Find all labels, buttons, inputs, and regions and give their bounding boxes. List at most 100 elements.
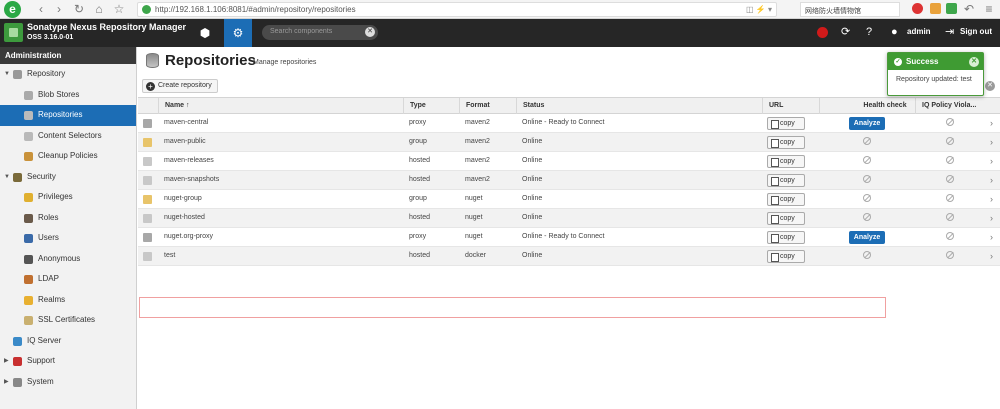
browser-search-input[interactable]: 网络防火墙情物馆: [800, 2, 900, 17]
main-content: Repositories Manage repositories + Creat…: [138, 47, 1000, 409]
collapse-arrow-icon[interactable]: ▶: [4, 372, 9, 393]
chevron-right-icon[interactable]: ›: [990, 152, 993, 170]
sidebar-item-label: Security: [27, 171, 56, 181]
sidebar-item-ssl-certificates[interactable]: SSL Certificates: [0, 310, 136, 331]
column-url[interactable]: URL: [762, 98, 819, 114]
table-row[interactable]: nuget-hosted hosted nuget Online copy ›: [138, 209, 1000, 228]
sidebar-item-iq-server[interactable]: IQ Server: [0, 331, 136, 352]
repository-type: proxy: [409, 233, 427, 240]
repository-format: nuget: [465, 195, 483, 202]
chevron-right-icon[interactable]: ›: [990, 133, 993, 151]
table-row[interactable]: maven-releases hosted maven2 Online copy ›: [138, 152, 1000, 171]
copy-label: copy: [780, 253, 795, 260]
copy-label: copy: [780, 158, 795, 165]
clear-filter-icon[interactable]: ✕: [985, 81, 995, 91]
repository-name: maven-central: [164, 119, 209, 126]
success-toast: ✓ Success ✕ Repository updated: test: [887, 52, 984, 96]
address-tools-icon[interactable]: ◫ ⚡ ▾: [746, 5, 772, 14]
chevron-right-icon[interactable]: ›: [990, 114, 993, 132]
admin-gear-icon[interactable]: ⚙: [224, 19, 252, 47]
column-format[interactable]: Format: [459, 98, 516, 114]
signout-icon[interactable]: ⇥: [945, 25, 954, 39]
sidebar-item-blob-stores[interactable]: Blob Stores: [0, 85, 136, 106]
extension-icon[interactable]: [930, 3, 941, 14]
browse-cube-icon[interactable]: ⬢: [191, 19, 219, 47]
undo-icon[interactable]: ↶: [962, 2, 976, 16]
reload-icon[interactable]: ↻: [72, 2, 86, 16]
apps-icon[interactable]: [946, 3, 957, 14]
alert-icon[interactable]: [817, 27, 828, 38]
sidebar-item-support[interactable]: ▶ Support: [0, 351, 136, 372]
sidebar-item-anonymous[interactable]: Anonymous: [0, 249, 136, 270]
sidebar-item-content-selectors[interactable]: Content Selectors: [0, 126, 136, 147]
sidebar-item-system[interactable]: ▶ System: [0, 372, 136, 393]
address-bar[interactable]: http://192.168.1.106:8081/#admin/reposit…: [137, 2, 777, 17]
sidebar-item-ldap[interactable]: LDAP: [0, 269, 136, 290]
column-iq-policy[interactable]: IQ Policy Viola...: [915, 98, 990, 114]
expand-arrow-icon[interactable]: ▼: [4, 167, 10, 188]
table-row[interactable]: maven-snapshots hosted maven2 Online copy ›: [138, 171, 1000, 190]
sidebar-item-roles[interactable]: Roles: [0, 208, 136, 229]
copy-url-button[interactable]: copy: [767, 212, 805, 225]
repository-format: nuget: [465, 214, 483, 221]
refresh-icon[interactable]: ⟳: [841, 25, 850, 39]
copy-url-button[interactable]: copy: [767, 231, 805, 244]
chevron-right-icon[interactable]: ›: [990, 190, 993, 208]
home-icon[interactable]: ⌂: [92, 2, 106, 16]
sidebar-item-realms[interactable]: Realms: [0, 290, 136, 311]
chevron-right-icon[interactable]: ›: [990, 171, 993, 189]
copy-url-button[interactable]: copy: [767, 193, 805, 206]
sidebar-item-users[interactable]: Users: [0, 228, 136, 249]
analyze-button[interactable]: Analyze: [849, 117, 885, 130]
analyze-label: Analyze: [853, 234, 881, 241]
collapse-arrow-icon[interactable]: ▶: [4, 351, 9, 372]
chevron-right-icon[interactable]: ›: [990, 247, 993, 265]
copy-url-button[interactable]: copy: [767, 155, 805, 168]
sidebar-item-repository[interactable]: ▼ Repository: [0, 64, 136, 85]
signout-button[interactable]: Sign out: [960, 27, 992, 36]
help-icon[interactable]: ?: [866, 25, 872, 39]
repository-type: group: [409, 195, 427, 202]
expand-arrow-icon[interactable]: ▼: [4, 64, 10, 85]
forward-icon[interactable]: ›: [52, 2, 66, 16]
column-status[interactable]: Status: [516, 98, 762, 114]
copy-url-button[interactable]: copy: [767, 250, 805, 263]
copy-url-button[interactable]: copy: [767, 174, 805, 187]
repository-type: proxy: [409, 119, 427, 126]
column-type[interactable]: Type: [403, 98, 459, 114]
copy-url-button[interactable]: copy: [767, 136, 805, 149]
repository-status: Online: [522, 138, 543, 145]
admin-sidebar: Administration ▼ Repository Blob Stores Rep…: [0, 47, 137, 409]
repository-format: maven2: [465, 176, 490, 183]
table-row[interactable]: nuget.org-proxy proxy nuget Online - Ready …: [138, 228, 1000, 247]
sidebar-item-label: Users: [38, 233, 59, 242]
iq-policy-unavailable-icon: [946, 118, 954, 126]
health-check-unavailable-icon: [863, 156, 871, 164]
content-selectors-icon: [24, 131, 33, 141]
chevron-right-icon[interactable]: ›: [990, 209, 993, 227]
chevron-right-icon[interactable]: ›: [990, 228, 993, 246]
user-icon[interactable]: ●: [891, 25, 898, 39]
clear-search-icon[interactable]: ✕: [365, 27, 375, 37]
sidebar-item-repositories[interactable]: Repositories: [0, 105, 136, 126]
back-icon[interactable]: ‹: [34, 2, 48, 16]
sidebar-item-privileges[interactable]: Privileges: [0, 187, 136, 208]
star-icon[interactable]: ☆: [112, 2, 126, 16]
table-row[interactable]: nuget-group group nuget Online copy ›: [138, 190, 1000, 209]
close-icon[interactable]: ✕: [969, 57, 979, 67]
table-row[interactable]: maven-central proxy maven2 Online - Ready t…: [138, 114, 1000, 133]
table-row[interactable]: test hosted docker Online copy ›: [138, 247, 1000, 266]
adblock-icon[interactable]: [912, 3, 923, 14]
user-name[interactable]: admin: [907, 27, 931, 36]
sidebar-item-cleanup-policies[interactable]: Cleanup Policies: [0, 146, 136, 167]
search-input[interactable]: Search components ✕: [262, 25, 378, 40]
menu-icon[interactable]: ≡: [982, 2, 996, 16]
analyze-button[interactable]: Analyze: [849, 231, 885, 244]
column-name[interactable]: Name ↑: [158, 98, 403, 114]
repository-name: nuget.org-proxy: [164, 233, 214, 240]
sidebar-item-security[interactable]: ▼ Security: [0, 167, 136, 188]
create-repository-button[interactable]: + Create repository: [142, 79, 218, 93]
copy-url-button[interactable]: copy: [767, 117, 805, 130]
table-row[interactable]: maven-public group maven2 Online copy ›: [138, 133, 1000, 152]
repositories-icon: [24, 111, 33, 120]
